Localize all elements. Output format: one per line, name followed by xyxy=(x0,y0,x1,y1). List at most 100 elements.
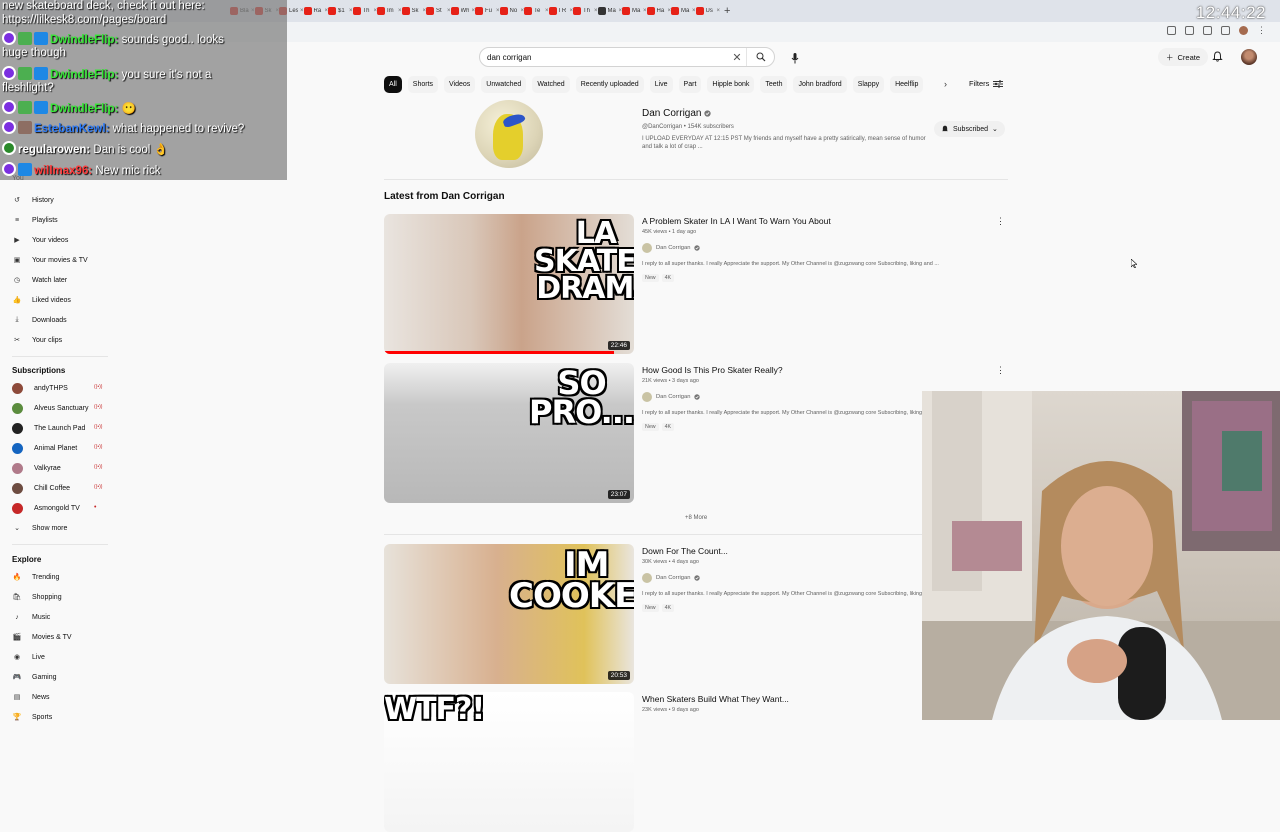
chip-part[interactable]: Part xyxy=(678,76,702,93)
browser-tab[interactable]: I R × xyxy=(548,3,573,19)
notifications-button[interactable] xyxy=(1212,49,1223,67)
sidebar-item-music[interactable]: ♪ Music xyxy=(12,612,50,622)
browser-tab[interactable]: St × xyxy=(426,3,451,19)
chat-text: fleshlight? xyxy=(2,82,54,94)
menu-dots-icon[interactable]: ⋮ xyxy=(1257,26,1266,35)
browser-tab[interactable]: Fu × xyxy=(475,3,500,19)
video-channel-name: Dan Corrigan xyxy=(656,575,691,581)
channel-avatar[interactable] xyxy=(475,100,543,168)
subscribed-button[interactable]: Subscribed ⌄ xyxy=(934,121,1005,137)
extension-icon[interactable] xyxy=(1203,26,1212,35)
chip-all[interactable]: All xyxy=(384,76,402,93)
browser-tab[interactable]: Wh × xyxy=(450,3,475,19)
voice-search-button[interactable] xyxy=(785,48,805,68)
subscription-item[interactable]: Chill Coffee ((•)) xyxy=(12,483,112,494)
create-button[interactable]: ＋ Create xyxy=(1158,48,1209,66)
video-thumbnail[interactable]: SO PRO... 23:07 xyxy=(384,363,634,503)
more-actions-icon[interactable]: ⋮ xyxy=(996,216,1005,227)
sidebar-item-history[interactable]: ↺ History xyxy=(12,195,54,205)
chip-recently-uploaded[interactable]: Recently uploaded xyxy=(575,76,644,93)
sidebar-item-news[interactable]: ▤ News xyxy=(12,692,50,702)
browser-tab[interactable]: Ma × xyxy=(597,3,622,19)
more-actions-icon[interactable]: ⋮ xyxy=(996,365,1005,376)
browser-tab[interactable]: Ha × xyxy=(646,3,671,19)
new-tab-icon[interactable]: + xyxy=(724,5,730,17)
sidebar-item-movies-tv[interactable]: 🎬 Movies & TV xyxy=(12,632,72,642)
browser-tab[interactable]: Ra × xyxy=(303,3,328,19)
channel-description[interactable]: I UPLOAD EVERYDAY AT 12:15 PST My friend… xyxy=(642,135,927,151)
video-thumbnail[interactable]: LA SKATER DRAMA 22:46 xyxy=(384,214,634,354)
browser-tab[interactable]: Ma × xyxy=(622,3,647,19)
sidebar-item-live[interactable]: ◉ Live xyxy=(12,652,45,662)
browser-tab[interactable]: Ma × xyxy=(671,3,696,19)
chip-live[interactable]: Live xyxy=(649,76,673,93)
chip-heelflip[interactable]: Heelflip xyxy=(890,76,924,93)
account-avatar[interactable] xyxy=(1241,49,1257,65)
browser-tab[interactable]: Th × xyxy=(352,3,377,19)
video-title[interactable]: How Good Is This Pro Skater Really? xyxy=(642,365,783,375)
subscription-item[interactable]: Valkyrae ((•)) xyxy=(12,463,112,474)
clear-search-icon[interactable]: ✕ xyxy=(728,51,746,64)
chip-teeth[interactable]: Teeth xyxy=(760,76,788,93)
subscriptions-heading[interactable]: Subscriptions xyxy=(12,366,65,375)
chip-slappy[interactable]: Slappy xyxy=(852,76,885,93)
sidebar-item-shopping[interactable]: 🛍 Shopping xyxy=(12,592,62,602)
sidebar-item-watch-later[interactable]: ◷ Watch later xyxy=(12,275,67,285)
search-icon xyxy=(756,52,765,62)
search-button[interactable] xyxy=(746,48,774,66)
chip-watched[interactable]: Watched xyxy=(532,76,570,93)
chip-shorts[interactable]: Shorts xyxy=(407,76,439,93)
sidebar-item-your-clips[interactable]: ✂ Your clips xyxy=(12,335,62,345)
video-thumbnail[interactable]: WTF?! xyxy=(384,692,634,832)
cast-icon[interactable] xyxy=(1167,26,1176,35)
sidebar-item-your-videos[interactable]: ▶ Your videos xyxy=(12,235,68,245)
webcam-overlay xyxy=(922,391,1280,720)
video-channel[interactable]: Dan Corrigan xyxy=(642,392,701,402)
sidebar-item-your-movies-tv[interactable]: ▣ Your movies & TV xyxy=(12,255,88,265)
search-input[interactable]: dan corrigan xyxy=(487,53,728,62)
bell-icon xyxy=(1212,51,1223,62)
browser-tab[interactable]: $1 × xyxy=(328,3,353,19)
browser-tab[interactable]: Sk× xyxy=(401,3,426,19)
sidebar-icon[interactable] xyxy=(1221,26,1230,35)
sidebar-item-playlists[interactable]: ≡ Playlists xyxy=(12,215,58,225)
chip-hipple-bonk[interactable]: Hipple bonk xyxy=(707,76,755,93)
sidebar-item-liked-videos[interactable]: 👍 Liked videos xyxy=(12,295,71,305)
video-channel[interactable]: Dan Corrigan xyxy=(642,573,701,583)
subscription-item[interactable]: Asmongold TV • xyxy=(12,503,112,514)
sidebar-item-gaming[interactable]: 🎮 Gaming xyxy=(12,672,57,682)
chip-unwatched[interactable]: Unwatched xyxy=(481,76,527,93)
subscription-item[interactable]: The Launch Pad ((•)) xyxy=(12,423,112,434)
sidebar-item-trending[interactable]: 🔥 Trending xyxy=(12,572,60,582)
subscription-item[interactable]: Alveus Sanctuary ((•)) xyxy=(12,403,112,414)
video-title[interactable]: A Problem Skater In LA I Want To Warn Yo… xyxy=(642,216,831,226)
tab-favicon-icon xyxy=(597,7,606,15)
sidebar-item-sports[interactable]: 🏆 Sports xyxy=(12,712,53,722)
channel-name[interactable]: Dan Corrigan xyxy=(642,108,712,119)
more-videos-link[interactable]: +8 More xyxy=(685,515,707,521)
video-title[interactable]: Down For The Count... xyxy=(642,546,728,556)
browser-tab[interactable]: Te × xyxy=(524,3,549,19)
chip-videos[interactable]: Videos xyxy=(444,76,476,93)
video-row: SO PRO... 23:07 How Good Is This Pro Skate… xyxy=(384,363,1008,503)
chat-username: EstebanKewl: xyxy=(34,123,110,135)
chevron-right-icon[interactable]: › xyxy=(944,79,947,89)
browser-tab[interactable]: Us × xyxy=(695,3,720,19)
browser-tab[interactable]: No × xyxy=(499,3,524,19)
filters-button[interactable]: Filters xyxy=(969,79,1004,88)
video-title[interactable]: When Skaters Build What They Want... xyxy=(642,694,789,704)
show-more-button[interactable]: ⌄ Show more xyxy=(12,523,67,533)
filter-chips: All Shorts Videos Unwatched Watched Recently … xyxy=(384,76,924,93)
tab-close-icon[interactable]: × xyxy=(716,8,720,14)
search-box[interactable]: dan corrigan ✕ xyxy=(479,47,775,67)
profile-icon[interactable] xyxy=(1239,26,1248,35)
video-thumbnail[interactable]: IM COOKED 20:53 xyxy=(384,544,634,684)
chip-john-bradford[interactable]: John bradford xyxy=(793,76,847,93)
browser-tab[interactable]: Th × xyxy=(573,3,598,19)
star-icon[interactable] xyxy=(1185,26,1194,35)
sidebar-item-downloads[interactable]: ⤓ Downloads xyxy=(12,315,66,325)
browser-tab[interactable]: Im × xyxy=(377,3,402,19)
subscription-item[interactable]: andyTHPS ((•)) xyxy=(12,383,112,394)
video-channel[interactable]: Dan Corrigan xyxy=(642,243,701,253)
subscription-item[interactable]: Animal Planet ((•)) xyxy=(12,443,112,454)
